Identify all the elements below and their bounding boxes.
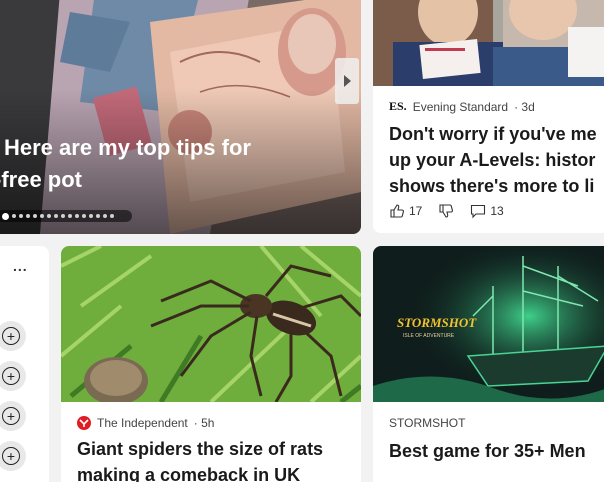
source-name[interactable]: Evening Standard xyxy=(413,100,508,114)
hero-gradient xyxy=(0,0,361,234)
hero-title-line-1[interactable]: Here are my top tips for xyxy=(4,132,304,164)
carousel-dot[interactable] xyxy=(12,214,16,218)
carousel-dot[interactable] xyxy=(33,214,37,218)
carousel-dot[interactable] xyxy=(103,214,107,218)
reaction-bar: 17 13 xyxy=(389,203,520,219)
carousel-dot[interactable] xyxy=(89,214,93,218)
stormshot-source-row[interactable]: STORMSHOT xyxy=(389,416,465,430)
stormshot-logo: STORMSHOT xyxy=(397,315,477,330)
more-options-button[interactable]: ... xyxy=(13,258,28,274)
students-image xyxy=(373,0,604,86)
stormshot-headline[interactable]: Best game for 35+ Men xyxy=(389,438,586,464)
interests-panel: ... + + + + xyxy=(0,246,49,482)
source-name[interactable]: The Independent xyxy=(97,416,188,430)
like-button[interactable]: 17 xyxy=(389,203,422,219)
stormshot-tagline: ISLE OF ADVENTURE xyxy=(403,333,455,339)
independent-eagle-logo-icon xyxy=(77,416,91,430)
like-count: 17 xyxy=(409,204,423,218)
hero-headline[interactable]: Here are my top tips for -free pot xyxy=(0,132,304,196)
carousel-dot-active[interactable] xyxy=(2,212,9,220)
dislike-button[interactable] xyxy=(438,203,454,219)
independent-headline[interactable]: Giant spiders the size of rats making a … xyxy=(77,436,323,482)
es-title-line-2[interactable]: up your A-Levels: histor xyxy=(389,147,597,173)
sponsored-card-stormshot[interactable]: STORMSHOT ISLE OF ADVENTURE STORMSHOT Be… xyxy=(373,246,604,482)
hero-title-line-2[interactable]: -free pot xyxy=(0,164,304,196)
thumbs-up-icon xyxy=(390,204,404,218)
plus-circle-icon: + xyxy=(2,407,20,425)
plus-circle-icon: + xyxy=(2,327,20,345)
post-age: · 3d xyxy=(514,99,535,114)
comment-count: 13 xyxy=(490,204,504,218)
plus-circle-icon: + xyxy=(2,367,20,385)
add-interest-button[interactable]: + xyxy=(0,321,26,351)
chevron-right-icon xyxy=(344,75,351,87)
es-title-line-3[interactable]: shows there's more to li xyxy=(389,173,597,199)
carousel-dot[interactable] xyxy=(40,214,44,218)
spider-title-line-1[interactable]: Giant spiders the size of rats xyxy=(77,436,323,462)
carousel-dot[interactable] xyxy=(82,214,86,218)
carousel-dot[interactable] xyxy=(110,214,114,218)
carousel-dot[interactable] xyxy=(54,214,58,218)
carousel-dots[interactable] xyxy=(0,210,132,222)
carousel-dot[interactable] xyxy=(19,214,23,218)
comment-icon xyxy=(471,204,486,219)
carousel-dot[interactable] xyxy=(96,214,100,218)
carousel-dot[interactable] xyxy=(68,214,72,218)
es-title-line-1[interactable]: Don't worry if you've me xyxy=(389,121,597,147)
post-age: · 5h xyxy=(193,416,215,430)
carousel-dot[interactable] xyxy=(47,214,51,218)
carousel-next-button[interactable] xyxy=(335,58,359,104)
carousel-dot[interactable] xyxy=(75,214,79,218)
thumbs-down-icon xyxy=(439,204,454,218)
carousel-dot[interactable] xyxy=(61,214,65,218)
ghost-ship-image: STORMSHOT ISLE OF ADVENTURE xyxy=(373,246,604,402)
evening-standard-logo: ES. xyxy=(389,99,407,113)
es-source-row[interactable]: ES. Evening Standard · 3d xyxy=(389,99,535,114)
plus-circle-icon: + xyxy=(2,447,20,465)
es-headline[interactable]: Don't worry if you've me up your A-Level… xyxy=(389,121,597,199)
add-interest-button[interactable]: + xyxy=(0,401,26,431)
comments-button[interactable]: 13 xyxy=(470,203,504,219)
add-interest-button[interactable]: + xyxy=(0,441,26,471)
spider-title-line-2[interactable]: making a comeback in UK xyxy=(77,462,323,482)
news-card-evening-standard[interactable]: ES. Evening Standard · 3d Don't worry if… xyxy=(373,0,604,233)
add-interest-button[interactable]: + xyxy=(0,361,26,391)
source-name[interactable]: STORMSHOT xyxy=(389,416,465,430)
hero-card[interactable]: Here are my top tips for -free pot xyxy=(0,0,361,234)
carousel-dot[interactable] xyxy=(26,214,30,218)
news-card-independent[interactable]: The Independent · 5h Giant spiders the s… xyxy=(61,246,361,482)
independent-source-row[interactable]: The Independent · 5h xyxy=(77,416,214,430)
spider-image xyxy=(61,246,361,402)
stormshot-title[interactable]: Best game for 35+ Men xyxy=(389,438,586,464)
